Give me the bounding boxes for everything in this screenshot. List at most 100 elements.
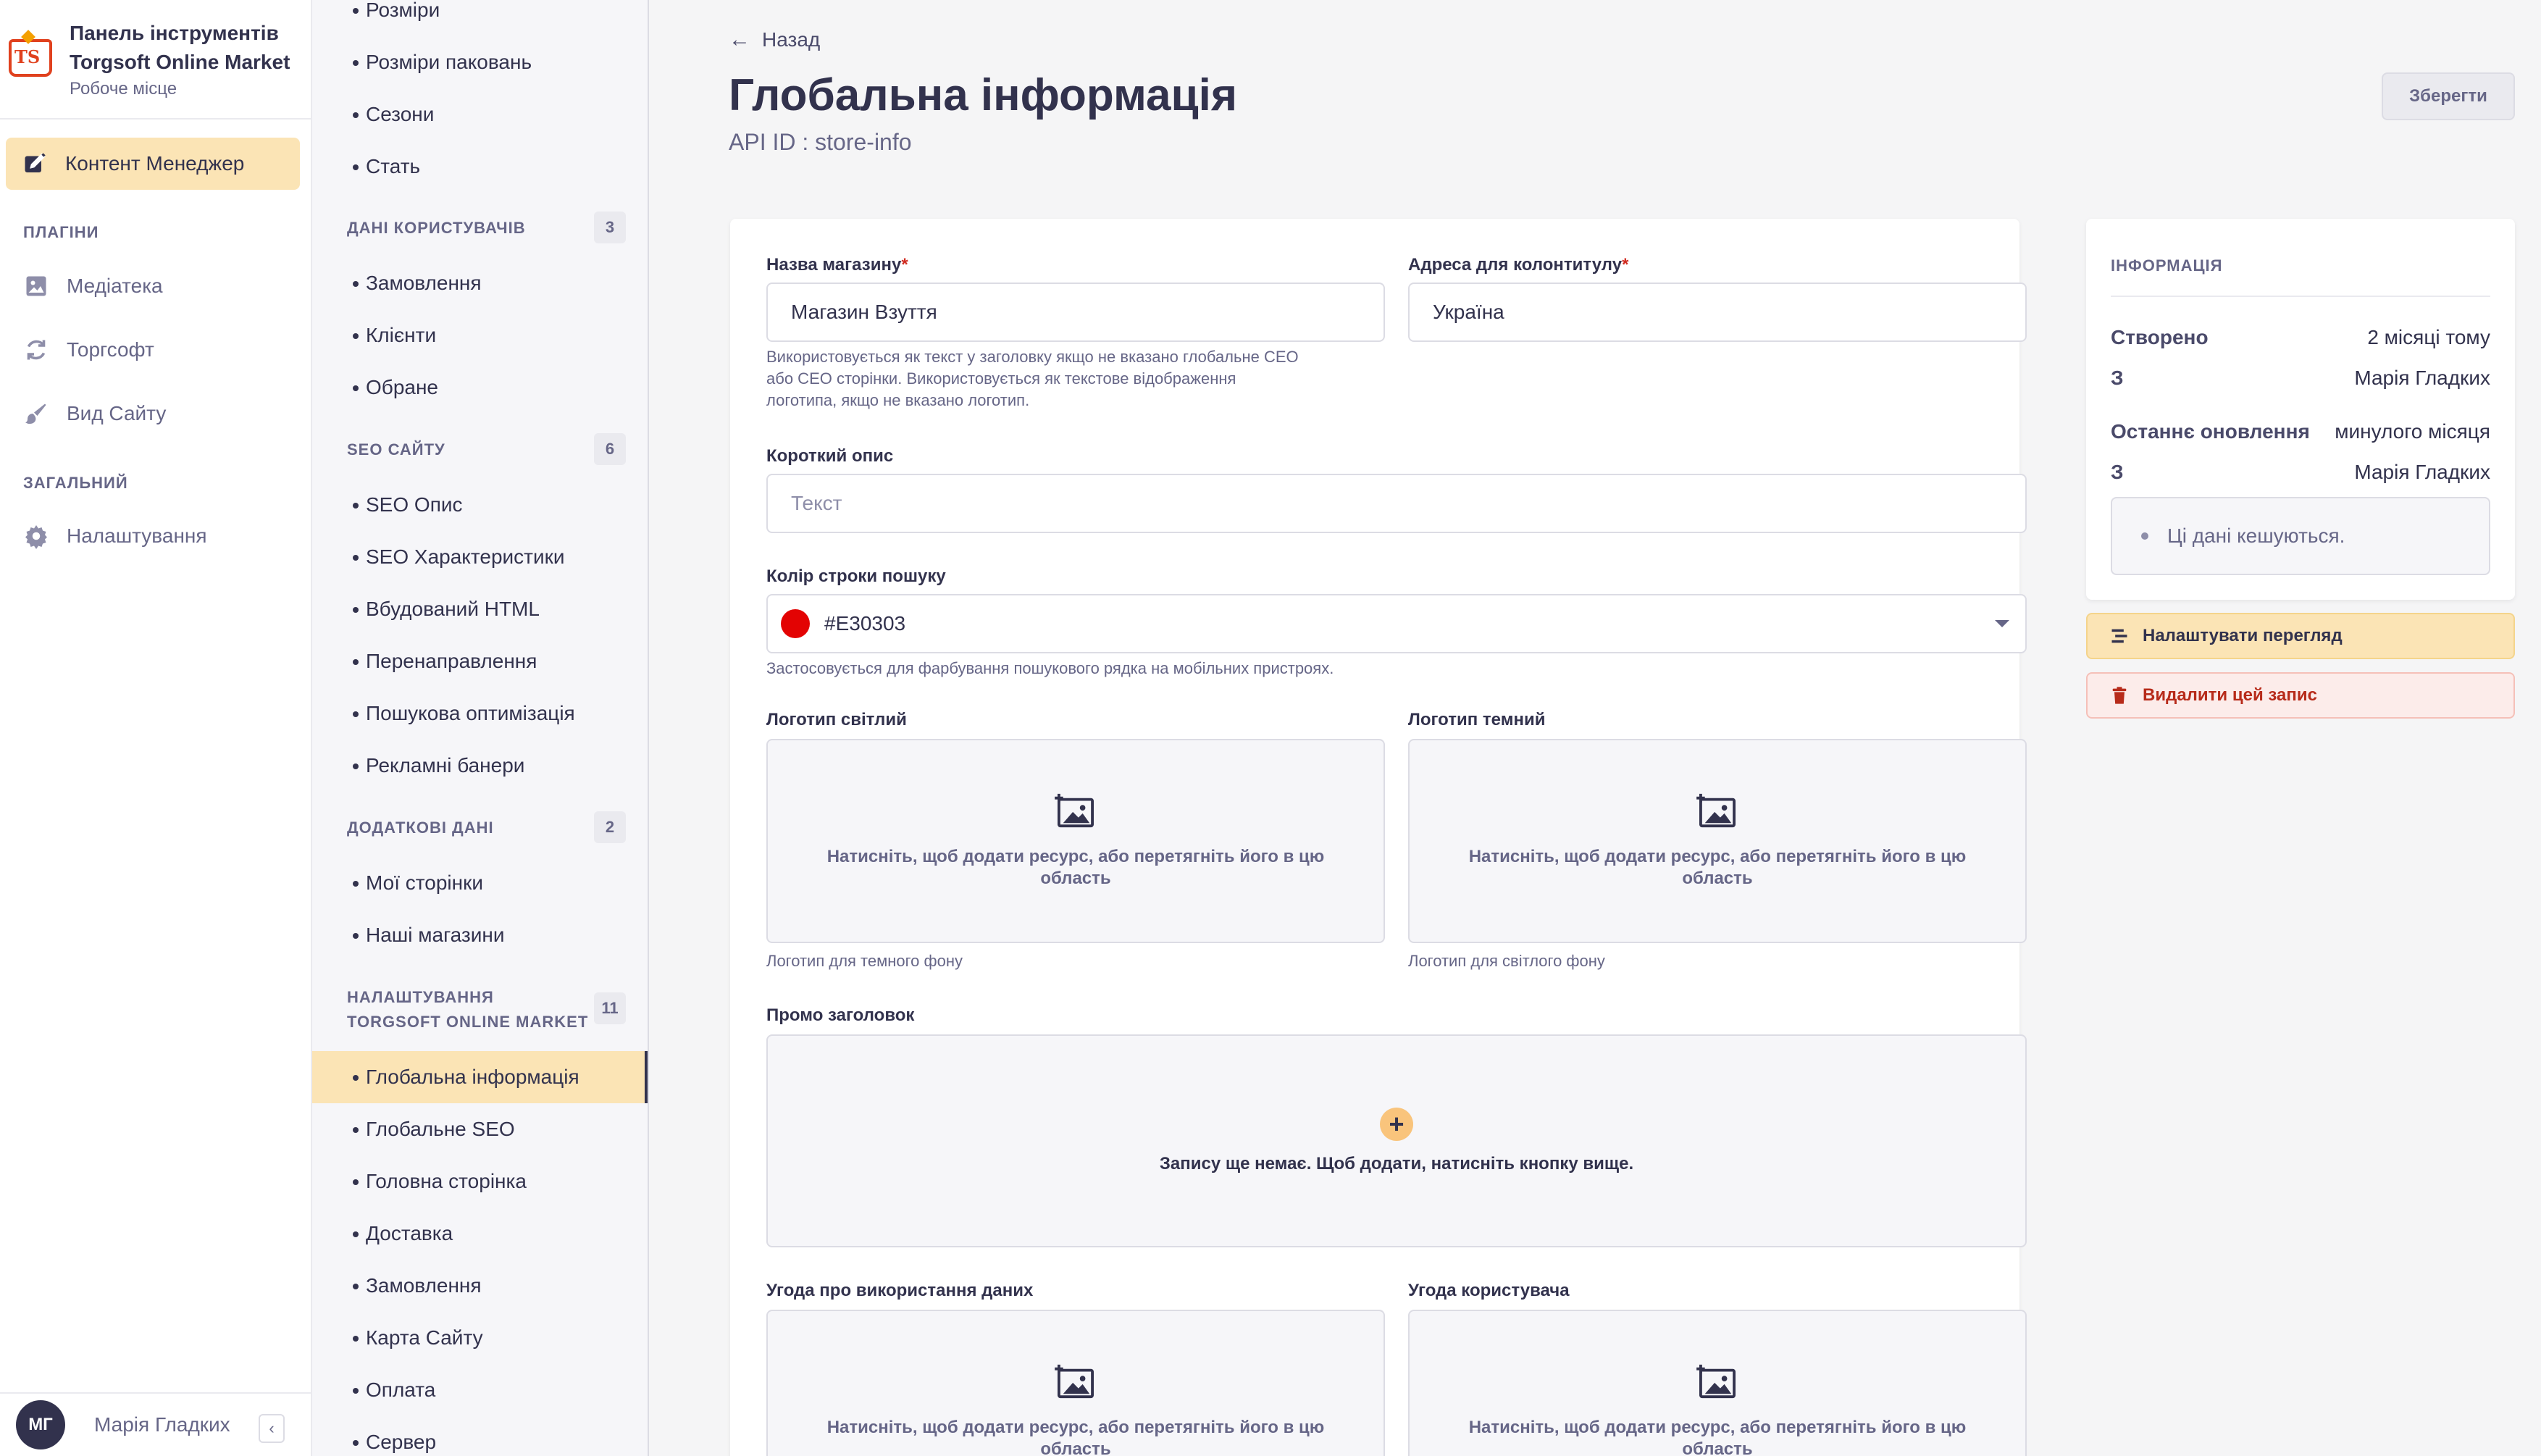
trash-icon (2112, 687, 2127, 704)
subnav-group-users[interactable]: ДАНІ КОРИСТУВАЧІВ 3 (347, 212, 626, 243)
search-color-value: #E30303 (824, 612, 906, 635)
subnav-group-extra[interactable]: ДОДАТКОВІ ДАНІ 2 (347, 811, 626, 843)
search-color-label: Колір строки пошуку (766, 566, 946, 586)
arrow-left-icon: ← (729, 28, 750, 51)
nav-settings-label: Налаштування (67, 524, 207, 547)
logo-dark-hint: Логотип для світлого фону (1408, 952, 1605, 970)
plus-icon: + (1389, 1109, 1405, 1139)
subnav-item[interactable]: Вбудований HTML (312, 583, 648, 635)
general-header: ЗАГАЛЬНИЙ (23, 474, 128, 492)
dropzone-text: Натисніть, щоб додати ресурс, або перетя… (826, 847, 1325, 888)
nav-torgsoft[interactable]: Торгсофт (23, 337, 154, 363)
subnav-item[interactable]: Клієнти (312, 309, 648, 361)
info-updated-by-row: З Марія Гладких (2111, 461, 2490, 484)
subnav-group-count: 6 (594, 433, 626, 465)
store-name-input[interactable]: Магазин Взуття (766, 283, 1385, 342)
data-agreement-label: Угода про використання даних (766, 1281, 1034, 1300)
subnav-group-count: 11 (594, 992, 626, 1024)
api-id: API ID : store-info (729, 129, 912, 155)
pencil-square-icon (25, 153, 46, 172)
back-link[interactable]: ← Назад (729, 28, 820, 52)
subnav-item[interactable]: SEO Характеристики (312, 531, 648, 583)
brand-subtitle: Робоче місце (70, 79, 177, 99)
nav-site-view[interactable]: Вид Сайту (23, 401, 166, 427)
nav-content-manager[interactable]: Контент Менеджер (6, 138, 300, 190)
brand: TS Панель інструментів Torgsoft Online M… (0, 0, 311, 120)
subnav-item[interactable]: Обране (312, 361, 648, 414)
add-entry-button[interactable]: + (1380, 1108, 1413, 1141)
dropzone-text: Натисніть, щоб додати ресурс, або перетя… (1468, 847, 1967, 888)
brand-title-line1: Панель інструментів (70, 22, 279, 44)
media-icon (26, 276, 46, 296)
data-agreement-dropzone[interactable]: Натисніть, щоб додати ресурс, або перетя… (766, 1310, 1385, 1456)
divider (2111, 296, 2490, 297)
subnav-item[interactable]: Наші магазини (312, 909, 648, 961)
subnav-item[interactable]: Мої сторінки (312, 857, 648, 909)
collapse-nav-button[interactable]: ‹ (259, 1414, 285, 1443)
add-image-icon (1055, 793, 1094, 828)
short-desc-input[interactable]: Текст (766, 474, 2027, 533)
logo-dark-dropzone[interactable]: Натисніть, щоб додати ресурс, або перетя… (1408, 739, 2027, 943)
subnav-item[interactable]: Рекламні банери (312, 740, 648, 792)
info-created-value: 2 місяці тому (2367, 326, 2490, 348)
footer-address-input[interactable]: Україна (1408, 283, 2027, 342)
color-swatch (781, 609, 810, 638)
dropzone-text: Натисніть, щоб додати ресурс, або перетя… (1468, 1418, 1967, 1456)
chevron-left-icon: ‹ (269, 1419, 275, 1437)
add-image-icon (1696, 793, 1736, 828)
subnav-item[interactable]: SEO Опис (312, 479, 648, 531)
subnav-item[interactable]: Замовлення (312, 1260, 648, 1312)
subnav-group-title: ДАНІ КОРИСТУВАЧІВ (347, 219, 526, 237)
nav-settings[interactable]: Налаштування (23, 523, 207, 549)
subnav-item[interactable]: Перенаправлення (312, 635, 648, 687)
subnav-item[interactable]: Сервер (312, 1416, 648, 1456)
nav-media-library-label: Медіатека (67, 275, 163, 297)
bullet-icon (2141, 532, 2148, 540)
delete-entry-button[interactable]: Видалити цей запис (2086, 672, 2515, 719)
subnav-item[interactable]: Розміри паковань (312, 36, 648, 88)
subnav-item[interactable]: Розміри (312, 0, 648, 36)
subnav-item[interactable]: Сезони (312, 88, 648, 141)
footer-address-label: Адреса для колонтитулу* (1408, 255, 1629, 275)
store-name-label: Назва магазину* (766, 255, 908, 275)
subnav-item[interactable]: Глобальне SEO (312, 1103, 648, 1155)
configure-view-button[interactable]: Налаштувати перегляд (2086, 613, 2515, 659)
list-settings-icon (2111, 629, 2127, 643)
subnav-item[interactable]: Карта Сайту (312, 1312, 648, 1364)
subnav-item[interactable]: Головна сторінка (312, 1155, 648, 1208)
subnav-item[interactable]: Доставка (312, 1208, 648, 1260)
subnav-item[interactable]: Стать (312, 141, 648, 193)
subnav-group-count: 2 (594, 811, 626, 843)
save-button[interactable]: Зберегти (2382, 72, 2515, 120)
cache-note: Ці дані кешуються. (2111, 497, 2490, 575)
avatar[interactable]: МГ (16, 1400, 65, 1449)
subnav-group-title: ДОДАТКОВІ ДАНІ (347, 819, 494, 837)
subnav-group-settings[interactable]: НАЛАШТУВАННЯ TORGSOFT ONLINE MARKET 11 (347, 985, 626, 1034)
configure-view-label: Налаштувати перегляд (2143, 626, 2343, 645)
logo-light-dropzone[interactable]: Натисніть, щоб додати ресурс, або перетя… (766, 739, 1385, 943)
add-image-icon (1696, 1364, 1736, 1399)
user-agreement-dropzone[interactable]: Натисніть, щоб додати ресурс, або перетя… (1408, 1310, 2027, 1456)
edit-form-card: Назва магазину* Магазин Взуття Використо… (730, 219, 2027, 1456)
info-panel: ІНФОРМАЦІЯ Створено 2 місяці тому З Марі… (2086, 219, 2515, 600)
delete-entry-label: Видалити цей запис (2143, 685, 2317, 705)
plugins-header: ПЛАГІНИ (23, 223, 99, 241)
info-by-label: З (2111, 367, 2124, 389)
subnav-group-seo[interactable]: SEO САЙТУ 6 (347, 433, 626, 465)
search-color-hint: Застосовується для фарбування пошукового… (766, 659, 1334, 677)
user-agreement-label: Угода користувача (1408, 1281, 1570, 1300)
search-color-select[interactable]: #E30303 (766, 594, 2027, 653)
info-created-label: Створено (2111, 326, 2209, 348)
subnav-item[interactable]: Оплата (312, 1364, 648, 1416)
subnav-item[interactable]: Пошукова оптимізація (312, 687, 648, 740)
subnav-item[interactable]: Замовлення (312, 257, 648, 309)
logo-light-label: Логотип світлий (766, 710, 907, 729)
info-updated-value: минулого місяця (2335, 420, 2490, 443)
logo-light-hint: Логотип для темного фону (766, 952, 963, 970)
subnav-group-title-line1: НАЛАШТУВАННЯ (347, 988, 494, 1006)
subnav-item-active[interactable]: Глобальна інформація (312, 1051, 648, 1103)
promo-label: Промо заголовок (766, 1005, 915, 1025)
nav-media-library[interactable]: Медіатека (23, 273, 163, 299)
info-created-by: Марія Гладких (2354, 367, 2490, 389)
info-by-label: З (2111, 461, 2124, 483)
